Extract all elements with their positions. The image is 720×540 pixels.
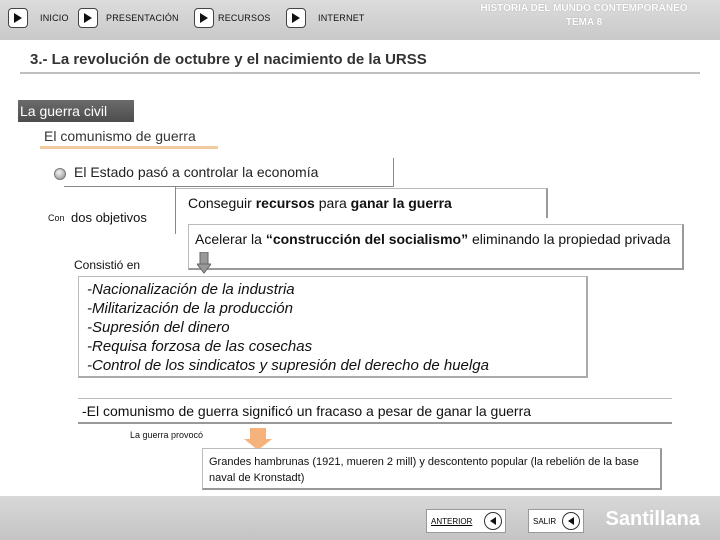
provoco-label: La guerra provocó	[130, 430, 204, 440]
play-arrow-icon	[78, 8, 98, 28]
play-arrow-icon	[286, 8, 306, 28]
goal2-text-a: Acelerar la	[195, 231, 266, 247]
previous-label: ANTERIOR	[431, 516, 473, 526]
title-divider	[20, 72, 700, 74]
exit-button[interactable]: SALIR	[528, 509, 584, 533]
goal-socialism-box: Acelerar la “construcción del socialismo…	[188, 224, 684, 270]
page-title: 3.- La revolución de octubre y el nacimi…	[30, 51, 427, 68]
bullet-connector-vertical	[393, 158, 394, 186]
subtitle-underline	[40, 146, 218, 149]
bullet-connector-line	[64, 186, 394, 187]
measure-item: -Supresión del dinero	[87, 319, 230, 336]
famine-box: Grandes hambrunas (1921, mueren 2 mill) …	[202, 448, 662, 490]
nav-inicio-label: INICIO	[40, 13, 69, 23]
measure-item: -Militarización de la producción	[87, 300, 293, 317]
nav-internet-button[interactable]: INTERNET	[286, 5, 365, 31]
goal1-text-c: para	[314, 195, 351, 211]
nav-presentacion-button[interactable]: PRESENTACIÓN	[78, 5, 179, 31]
failure-box: -El comunismo de guerra significó un fra…	[78, 398, 672, 424]
subtitle: El comunismo de guerra	[44, 128, 196, 144]
goal1-text-b: recursos	[255, 195, 315, 211]
nav-inicio-button[interactable]: INICIO	[8, 5, 69, 31]
goal2-text-b: “construcción del socialismo”	[265, 231, 469, 247]
previous-button[interactable]: ANTERIOR	[426, 509, 506, 533]
section-tag: La guerra civil	[18, 100, 134, 122]
course-header: HISTORIA DEL MUNDO CONTEMPORÁNEO TEMA 8	[454, 2, 714, 30]
bullet-icon	[54, 168, 66, 180]
goal1-text-d: ganar la guerra	[350, 195, 452, 211]
measure-item: -Requisa forzosa de las cosechas	[87, 338, 313, 355]
bullet-text: El Estado pasó a controlar la economía	[74, 164, 319, 180]
back-arrow-icon	[484, 512, 502, 530]
nav-recursos-button[interactable]: RECURSOS	[194, 5, 271, 31]
unit-title: TEMA 8	[565, 17, 603, 28]
goal1-text-a: Conseguir	[188, 195, 256, 211]
measure-item: -Nacionalización de la industria	[87, 281, 295, 298]
measures-box: -Nacionalización de la industria -Milita…	[78, 276, 588, 378]
nav-recursos-label: RECURSOS	[218, 13, 271, 23]
play-arrow-icon	[194, 8, 214, 28]
down-arrow-icon	[197, 252, 211, 274]
back-arrow-icon	[562, 512, 580, 530]
measure-item: -Control de los sindicatos y supresión d…	[87, 357, 489, 374]
orange-down-arrow-icon	[244, 428, 272, 450]
con-prefix: Con	[48, 213, 65, 223]
consistio-label: Consistió en	[74, 258, 141, 272]
course-title: HISTORIA DEL MUNDO CONTEMPORÁNEO	[480, 3, 688, 14]
nav-presentacion-label: PRESENTACIÓN	[106, 13, 179, 23]
publisher-logo: Santillana	[605, 508, 700, 530]
exit-label: SALIR	[533, 516, 557, 526]
play-arrow-icon	[8, 8, 28, 28]
objectives-label: dos objetivos	[71, 210, 147, 225]
nav-internet-label: INTERNET	[318, 13, 365, 23]
goal2-text-c: eliminando la propiedad privada	[468, 231, 671, 247]
goal-resources-box: Conseguir recursos para ganar la guerra	[176, 188, 548, 218]
